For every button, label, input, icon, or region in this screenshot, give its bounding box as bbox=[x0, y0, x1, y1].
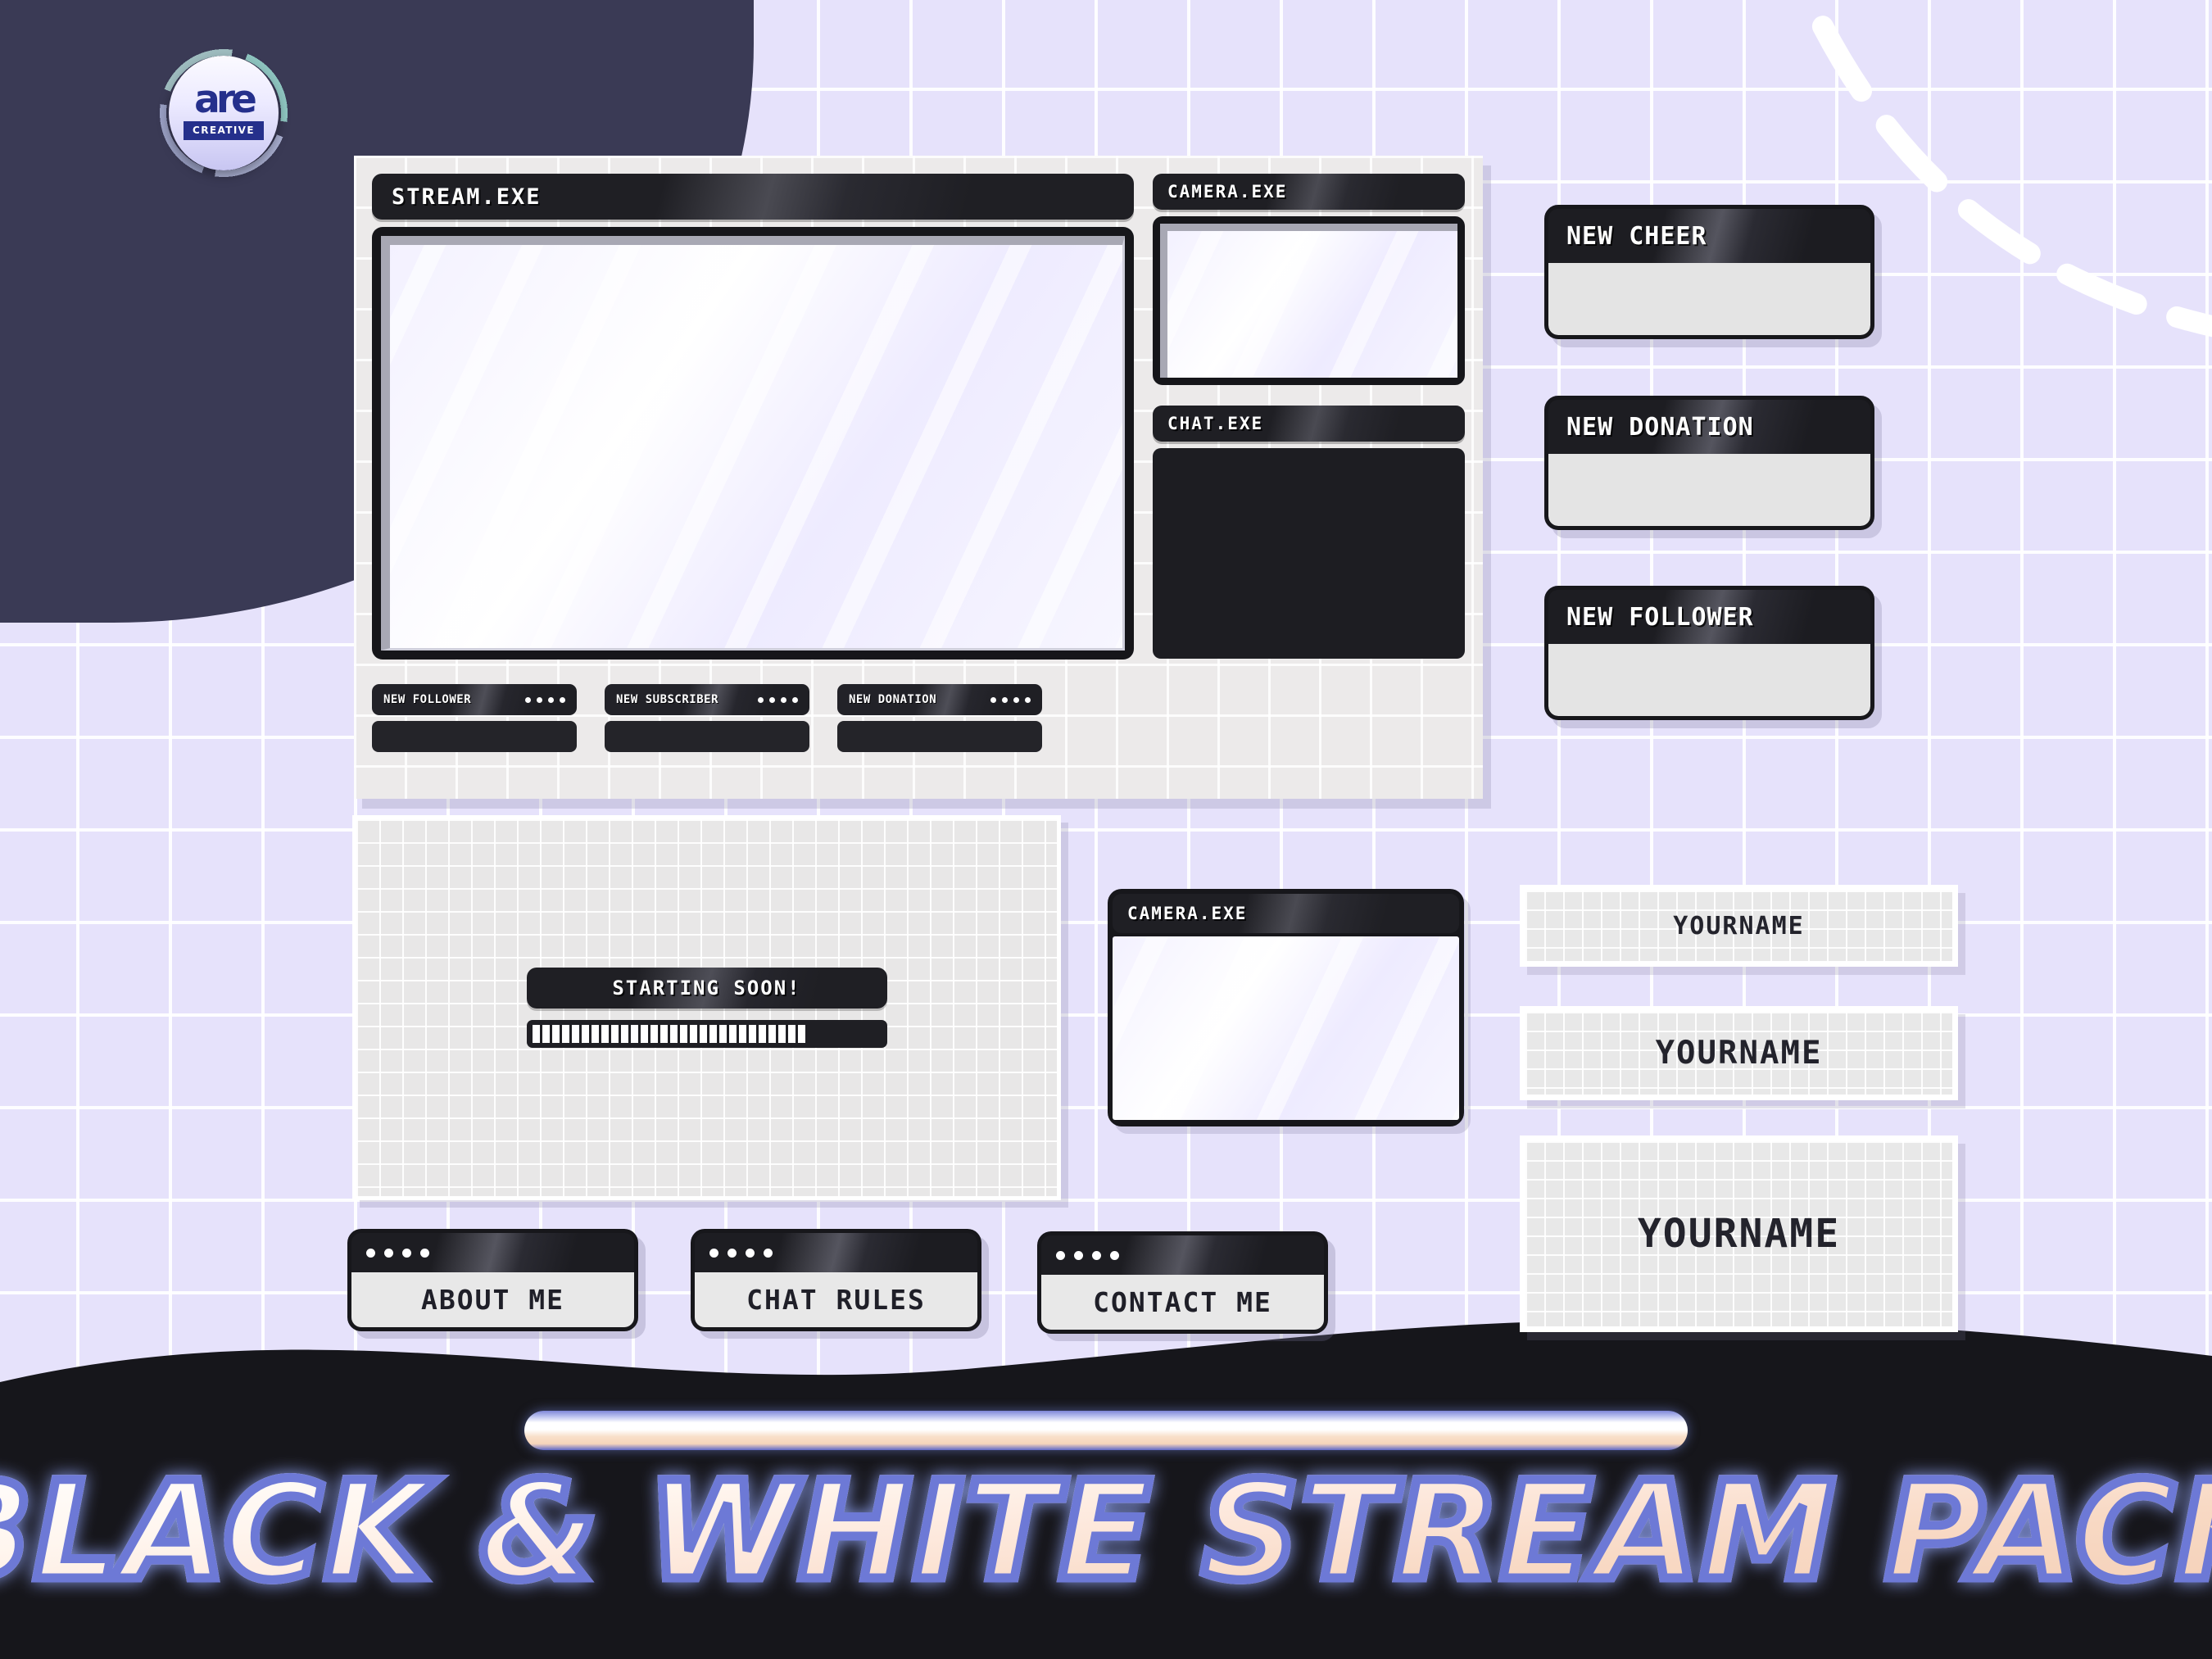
chat-window: CHAT.EXE bbox=[1153, 406, 1465, 665]
stream-window-frame bbox=[372, 227, 1134, 660]
panel-button-header bbox=[351, 1233, 634, 1272]
small-alert-bar: NEW FOLLOWER bbox=[372, 684, 577, 715]
alert-card-header: NEW DONATION bbox=[1548, 400, 1870, 454]
small-alert-body bbox=[605, 721, 809, 752]
progress-segment bbox=[669, 1025, 678, 1043]
logo-disc: are CREATIVE bbox=[169, 56, 279, 170]
stream-window: STREAM.EXE bbox=[372, 174, 1134, 665]
window-dots-icon bbox=[758, 696, 798, 703]
alert-card-header: NEW CHEER bbox=[1548, 209, 1870, 263]
progress-segment bbox=[542, 1025, 550, 1043]
progress-segment bbox=[601, 1025, 609, 1043]
starting-soon-screen: STARTING SOON! bbox=[352, 815, 1061, 1200]
small-alert-body bbox=[372, 721, 577, 752]
alert-card-body bbox=[1548, 644, 1870, 716]
footer-banner: BLACK & WHITE STREAM PACK bbox=[0, 1307, 2212, 1659]
alert-card-label: NEW CHEER bbox=[1566, 221, 1707, 251]
camera-window: CAMERA.EXE bbox=[1153, 174, 1465, 392]
progress-segment bbox=[728, 1025, 737, 1043]
progress-segment bbox=[581, 1025, 589, 1043]
small-alert-label: NEW SUBSCRIBER bbox=[616, 693, 719, 706]
progress-segment bbox=[777, 1025, 786, 1043]
small-alert-label: NEW FOLLOWER bbox=[383, 693, 472, 706]
progress-segment bbox=[660, 1025, 668, 1043]
progress-segment bbox=[610, 1025, 619, 1043]
window-dots-icon bbox=[990, 696, 1031, 703]
alert-card-body bbox=[1548, 263, 1870, 335]
alert-card-label: NEW DONATION bbox=[1566, 412, 1754, 442]
logo-wordmark: are bbox=[194, 77, 257, 123]
progress-segment bbox=[640, 1025, 648, 1043]
progress-segment bbox=[630, 1025, 638, 1043]
progress-segment bbox=[620, 1025, 628, 1043]
small-alert-new-follower: NEW FOLLOWER bbox=[372, 684, 577, 752]
chat-window-titlebar[interactable]: CHAT.EXE bbox=[1153, 406, 1465, 442]
small-alert-new-donation: NEW DONATION bbox=[837, 684, 1042, 752]
progress-segment bbox=[561, 1025, 569, 1043]
progress-segment bbox=[768, 1025, 776, 1043]
window-dots-icon bbox=[709, 1248, 773, 1258]
chat-message-area bbox=[1153, 448, 1465, 659]
progress-segment bbox=[709, 1025, 717, 1043]
logo-subtitle: CREATIVE bbox=[184, 120, 264, 140]
progress-segment bbox=[738, 1025, 746, 1043]
camera-video-placeholder bbox=[1160, 224, 1457, 378]
name-card-medium: YOURNAME bbox=[1520, 1006, 1958, 1100]
starting-soon-progress-bar bbox=[526, 1020, 887, 1048]
chat-window-title: CHAT.EXE bbox=[1167, 414, 1264, 433]
progress-segment bbox=[532, 1025, 540, 1043]
footer-title: BLACK & WHITE STREAM PACK bbox=[0, 1448, 2212, 1615]
progress-segment bbox=[748, 1025, 756, 1043]
progress-segment bbox=[571, 1025, 579, 1043]
progress-segment bbox=[787, 1025, 796, 1043]
stream-overlay-preview: STREAM.EXE CAMERA.EXE CHAT.EXE NEW FOLLO… bbox=[354, 156, 1483, 799]
stream-window-titlebar[interactable]: STREAM.EXE bbox=[372, 174, 1134, 220]
starting-soon-label: STARTING SOON! bbox=[526, 968, 887, 1009]
window-dots-icon bbox=[366, 1248, 429, 1258]
stream-window-title: STREAM.EXE bbox=[392, 184, 542, 210]
small-alert-bar: NEW SUBSCRIBER bbox=[605, 684, 809, 715]
footer-decorative-pill bbox=[524, 1411, 1688, 1450]
progress-segment bbox=[797, 1025, 805, 1043]
panel-button-header bbox=[695, 1233, 977, 1272]
alert-card-new-donation: NEW DONATION bbox=[1544, 396, 1874, 530]
small-alert-bar: NEW DONATION bbox=[837, 684, 1042, 715]
progress-segment bbox=[699, 1025, 707, 1043]
progress-segment bbox=[650, 1025, 658, 1043]
progress-segment bbox=[551, 1025, 560, 1043]
alert-card-new-follower: NEW FOLLOWER bbox=[1544, 586, 1874, 720]
alert-card-header: NEW FOLLOWER bbox=[1548, 590, 1870, 644]
camera-panel-titlebar[interactable]: CAMERA.EXE bbox=[1113, 894, 1459, 933]
small-alert-new-subscriber: NEW SUBSCRIBER bbox=[605, 684, 809, 752]
stream-window-inner-bezel bbox=[381, 236, 1125, 650]
brand-logo: are CREATIVE bbox=[150, 39, 297, 187]
small-alert-label: NEW DONATION bbox=[849, 693, 937, 706]
progress-segment bbox=[679, 1025, 687, 1043]
progress-segment bbox=[689, 1025, 697, 1043]
stream-video-placeholder bbox=[390, 245, 1122, 648]
window-dots-icon bbox=[525, 696, 565, 703]
name-card-small: YOURNAME bbox=[1520, 885, 1958, 967]
camera-panel-title: CAMERA.EXE bbox=[1127, 904, 1248, 923]
name-card-large: YOURNAME bbox=[1520, 1135, 1958, 1332]
panel-button-header bbox=[1041, 1235, 1324, 1275]
small-alert-body bbox=[837, 721, 1042, 752]
alert-card-label: NEW FOLLOWER bbox=[1566, 602, 1754, 632]
camera-window-titlebar[interactable]: CAMERA.EXE bbox=[1153, 174, 1465, 210]
progress-segment bbox=[758, 1025, 766, 1043]
progress-segment bbox=[591, 1025, 599, 1043]
camera-window-frame bbox=[1153, 216, 1465, 385]
window-dots-icon bbox=[1056, 1250, 1119, 1260]
alert-card-body bbox=[1548, 454, 1870, 526]
alert-card-new-cheer: NEW CHEER bbox=[1544, 205, 1874, 339]
camera-panel-standalone: CAMERA.EXE bbox=[1108, 889, 1464, 1126]
camera-window-title: CAMERA.EXE bbox=[1167, 182, 1288, 202]
progress-segment bbox=[718, 1025, 727, 1043]
camera-panel-video-placeholder bbox=[1113, 936, 1459, 1120]
